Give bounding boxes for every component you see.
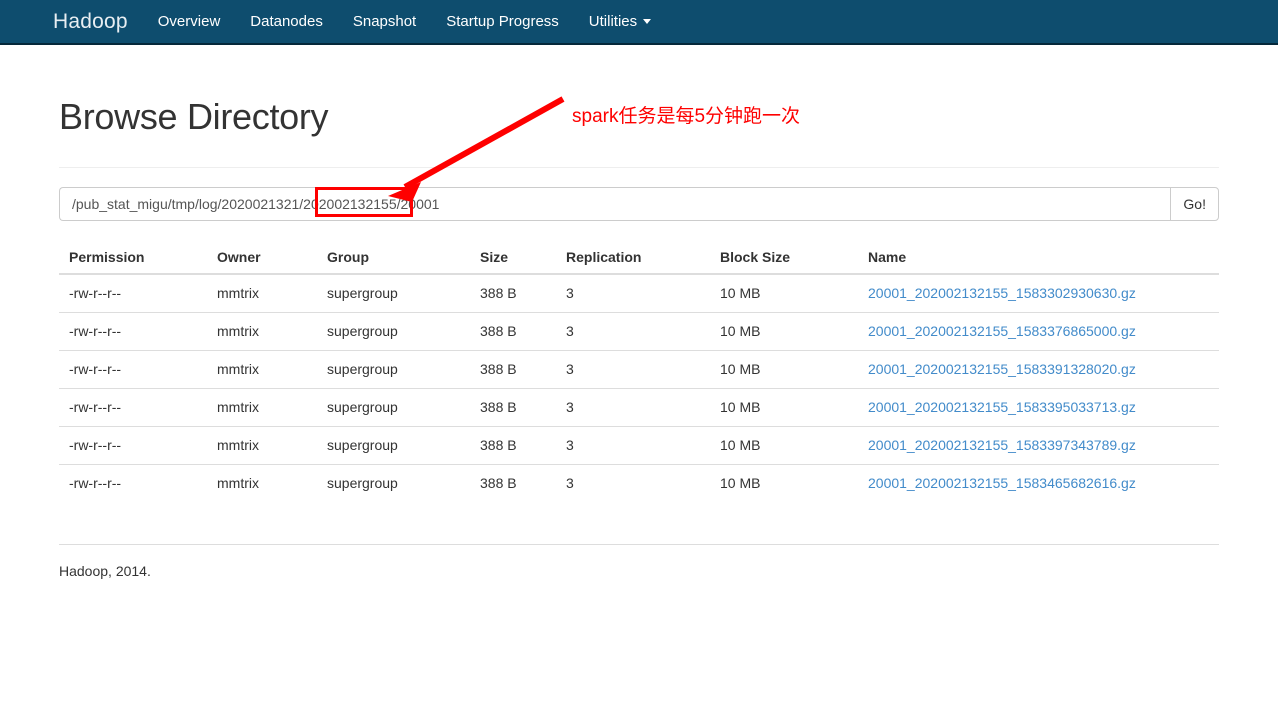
cell-group: supergroup bbox=[317, 425, 470, 465]
nav-item-datanodes[interactable]: Datanodes bbox=[235, 0, 338, 43]
cell-block-size: 10 MB bbox=[720, 285, 761, 302]
cell-replication: 3 bbox=[556, 463, 710, 502]
chevron-down-icon bbox=[643, 19, 652, 24]
table-header-row: Permission Owner Group Size Replication … bbox=[59, 240, 1219, 275]
cell-replication: 3 bbox=[556, 349, 710, 389]
title-divider bbox=[59, 166, 1219, 168]
cell-replication: 3 bbox=[566, 285, 574, 302]
nav-link-datanodes-label: Datanodes bbox=[250, 13, 323, 30]
column-header-name[interactable]: Name bbox=[858, 240, 1219, 275]
cell-permission: -rw-r--r-- bbox=[59, 425, 207, 465]
cell-owner: mmtrix bbox=[207, 349, 317, 389]
file-link[interactable]: 20001_202002132155_1583302930630.gz bbox=[868, 285, 1136, 301]
column-header-size[interactable]: Size bbox=[470, 240, 556, 275]
cell-group: supergroup bbox=[317, 387, 470, 427]
cell-group: supergroup bbox=[317, 311, 470, 351]
cell-name: 20001_202002132155_1583391328020.gz bbox=[858, 349, 1219, 389]
cell-size: 388 B bbox=[470, 311, 556, 351]
footer-text: Hadoop, 2014. bbox=[59, 562, 151, 579]
file-link[interactable]: 20001_202002132155_1583376865000.gz bbox=[868, 323, 1136, 339]
cell-size: 388 B bbox=[470, 349, 556, 389]
cell-owner: mmtrix bbox=[207, 425, 317, 465]
cell-owner: mmtrix bbox=[217, 285, 259, 302]
page-title: Browse Directory bbox=[59, 96, 329, 137]
file-link[interactable]: 20001_202002132155_1583465682616.gz bbox=[868, 475, 1136, 491]
go-button[interactable]: Go! bbox=[1170, 186, 1219, 221]
nav-item-startup-progress[interactable]: Startup Progress bbox=[431, 0, 574, 43]
table-row: -rw-r--r-- mmtrix supergroup 388 B 3 10 … bbox=[59, 349, 1219, 389]
nav-link-utilities[interactable]: Utilities bbox=[574, 0, 666, 43]
table-row: -rw-r--r-- mmtrix supergroup 388 B 3 10 … bbox=[59, 463, 1219, 502]
cell-block-size: 10 MB bbox=[710, 349, 858, 389]
cell-permission: -rw-r--r-- bbox=[59, 387, 207, 427]
cell-owner: mmtrix bbox=[207, 463, 317, 502]
cell-block-size: 10 MB bbox=[710, 463, 858, 502]
nav-menu: Overview Datanodes Snapshot Startup Prog… bbox=[143, 0, 666, 43]
cell-block-size: 10 MB bbox=[710, 387, 858, 427]
nav-item-overview[interactable]: Overview bbox=[143, 0, 236, 43]
column-header-owner[interactable]: Owner bbox=[207, 240, 317, 275]
table-row: -rw-r--r-- mmtrix supergroup 388 B 3 10 … bbox=[59, 425, 1219, 465]
cell-name: 20001_202002132155_1583302930630.gz bbox=[858, 274, 1219, 313]
path-form: Go! bbox=[59, 186, 1219, 221]
table-row: -rw-r--r-- mmtrix supergroup 388 B 3 10 … bbox=[59, 311, 1219, 351]
footer-divider bbox=[59, 543, 1219, 545]
cell-block-size: 10 MB bbox=[710, 425, 858, 465]
directory-listing-table: Permission Owner Group Size Replication … bbox=[59, 240, 1219, 502]
file-link[interactable]: 20001_202002132155_1583391328020.gz bbox=[868, 361, 1136, 377]
column-header-group[interactable]: Group bbox=[317, 240, 470, 275]
nav-link-snapshot-label: Snapshot bbox=[352, 13, 417, 30]
nav-link-snapshot[interactable]: Snapshot bbox=[338, 0, 431, 43]
cell-permission: -rw-r--r-- bbox=[59, 349, 207, 389]
cell-size: 388 B bbox=[470, 387, 556, 427]
cell-replication: 3 bbox=[556, 387, 710, 427]
nav-link-startup-progress-label: Startup Progress bbox=[446, 13, 559, 30]
nav-item-utilities[interactable]: Utilities bbox=[574, 0, 666, 43]
cell-permission: -rw-r--r-- bbox=[69, 285, 122, 302]
column-header-replication[interactable]: Replication bbox=[556, 240, 710, 275]
cell-group: supergroup bbox=[317, 349, 470, 389]
path-input[interactable] bbox=[59, 186, 1171, 221]
cell-permission: -rw-r--r-- bbox=[59, 463, 207, 502]
nav-link-overview[interactable]: Overview bbox=[143, 0, 236, 43]
cell-size: 388 B bbox=[470, 463, 556, 502]
column-header-block-size[interactable]: Block Size bbox=[710, 240, 858, 275]
nav-link-startup-progress[interactable]: Startup Progress bbox=[431, 0, 574, 43]
file-link[interactable]: 20001_202002132155_1583397343789.gz bbox=[868, 437, 1136, 453]
nav-link-overview-label: Overview bbox=[157, 13, 221, 30]
table-head: Permission Owner Group Size Replication … bbox=[59, 240, 1219, 275]
column-header-permission[interactable]: Permission bbox=[59, 240, 207, 275]
table-row: -rw-r--r-- mmtrix supergroup 388 B 3 10 … bbox=[59, 274, 1219, 313]
cell-replication: 3 bbox=[556, 311, 710, 351]
cell-group: supergroup bbox=[317, 463, 470, 502]
cell-replication: 3 bbox=[556, 425, 710, 465]
cell-block-size: 10 MB bbox=[710, 311, 858, 351]
brand-logo[interactable]: Hadoop bbox=[0, 11, 143, 32]
cell-owner: mmtrix bbox=[207, 387, 317, 427]
top-navbar: Hadoop Overview Datanodes Snapshot Start… bbox=[0, 0, 1278, 45]
table-body: -rw-r--r-- mmtrix supergroup 388 B 3 10 … bbox=[59, 274, 1219, 502]
cell-name: 20001_202002132155_1583395033713.gz bbox=[858, 387, 1219, 427]
cell-owner: mmtrix bbox=[207, 311, 317, 351]
cell-name: 20001_202002132155_1583465682616.gz bbox=[858, 463, 1219, 502]
table-row: -rw-r--r-- mmtrix supergroup 388 B 3 10 … bbox=[59, 387, 1219, 427]
main-container: Browse Directory Go! Permission Owner Gr… bbox=[44, 97, 1234, 579]
cell-size: 388 B bbox=[470, 425, 556, 465]
cell-name: 20001_202002132155_1583376865000.gz bbox=[858, 311, 1219, 351]
nav-link-utilities-label: Utilities bbox=[588, 13, 638, 30]
nav-item-snapshot[interactable]: Snapshot bbox=[338, 0, 431, 43]
cell-size: 388 B bbox=[480, 285, 517, 302]
cell-group: supergroup bbox=[327, 285, 398, 302]
cell-name: 20001_202002132155_1583397343789.gz bbox=[858, 425, 1219, 465]
nav-link-datanodes[interactable]: Datanodes bbox=[235, 0, 338, 43]
file-link[interactable]: 20001_202002132155_1583395033713.gz bbox=[868, 399, 1136, 415]
cell-permission: -rw-r--r-- bbox=[59, 311, 207, 351]
